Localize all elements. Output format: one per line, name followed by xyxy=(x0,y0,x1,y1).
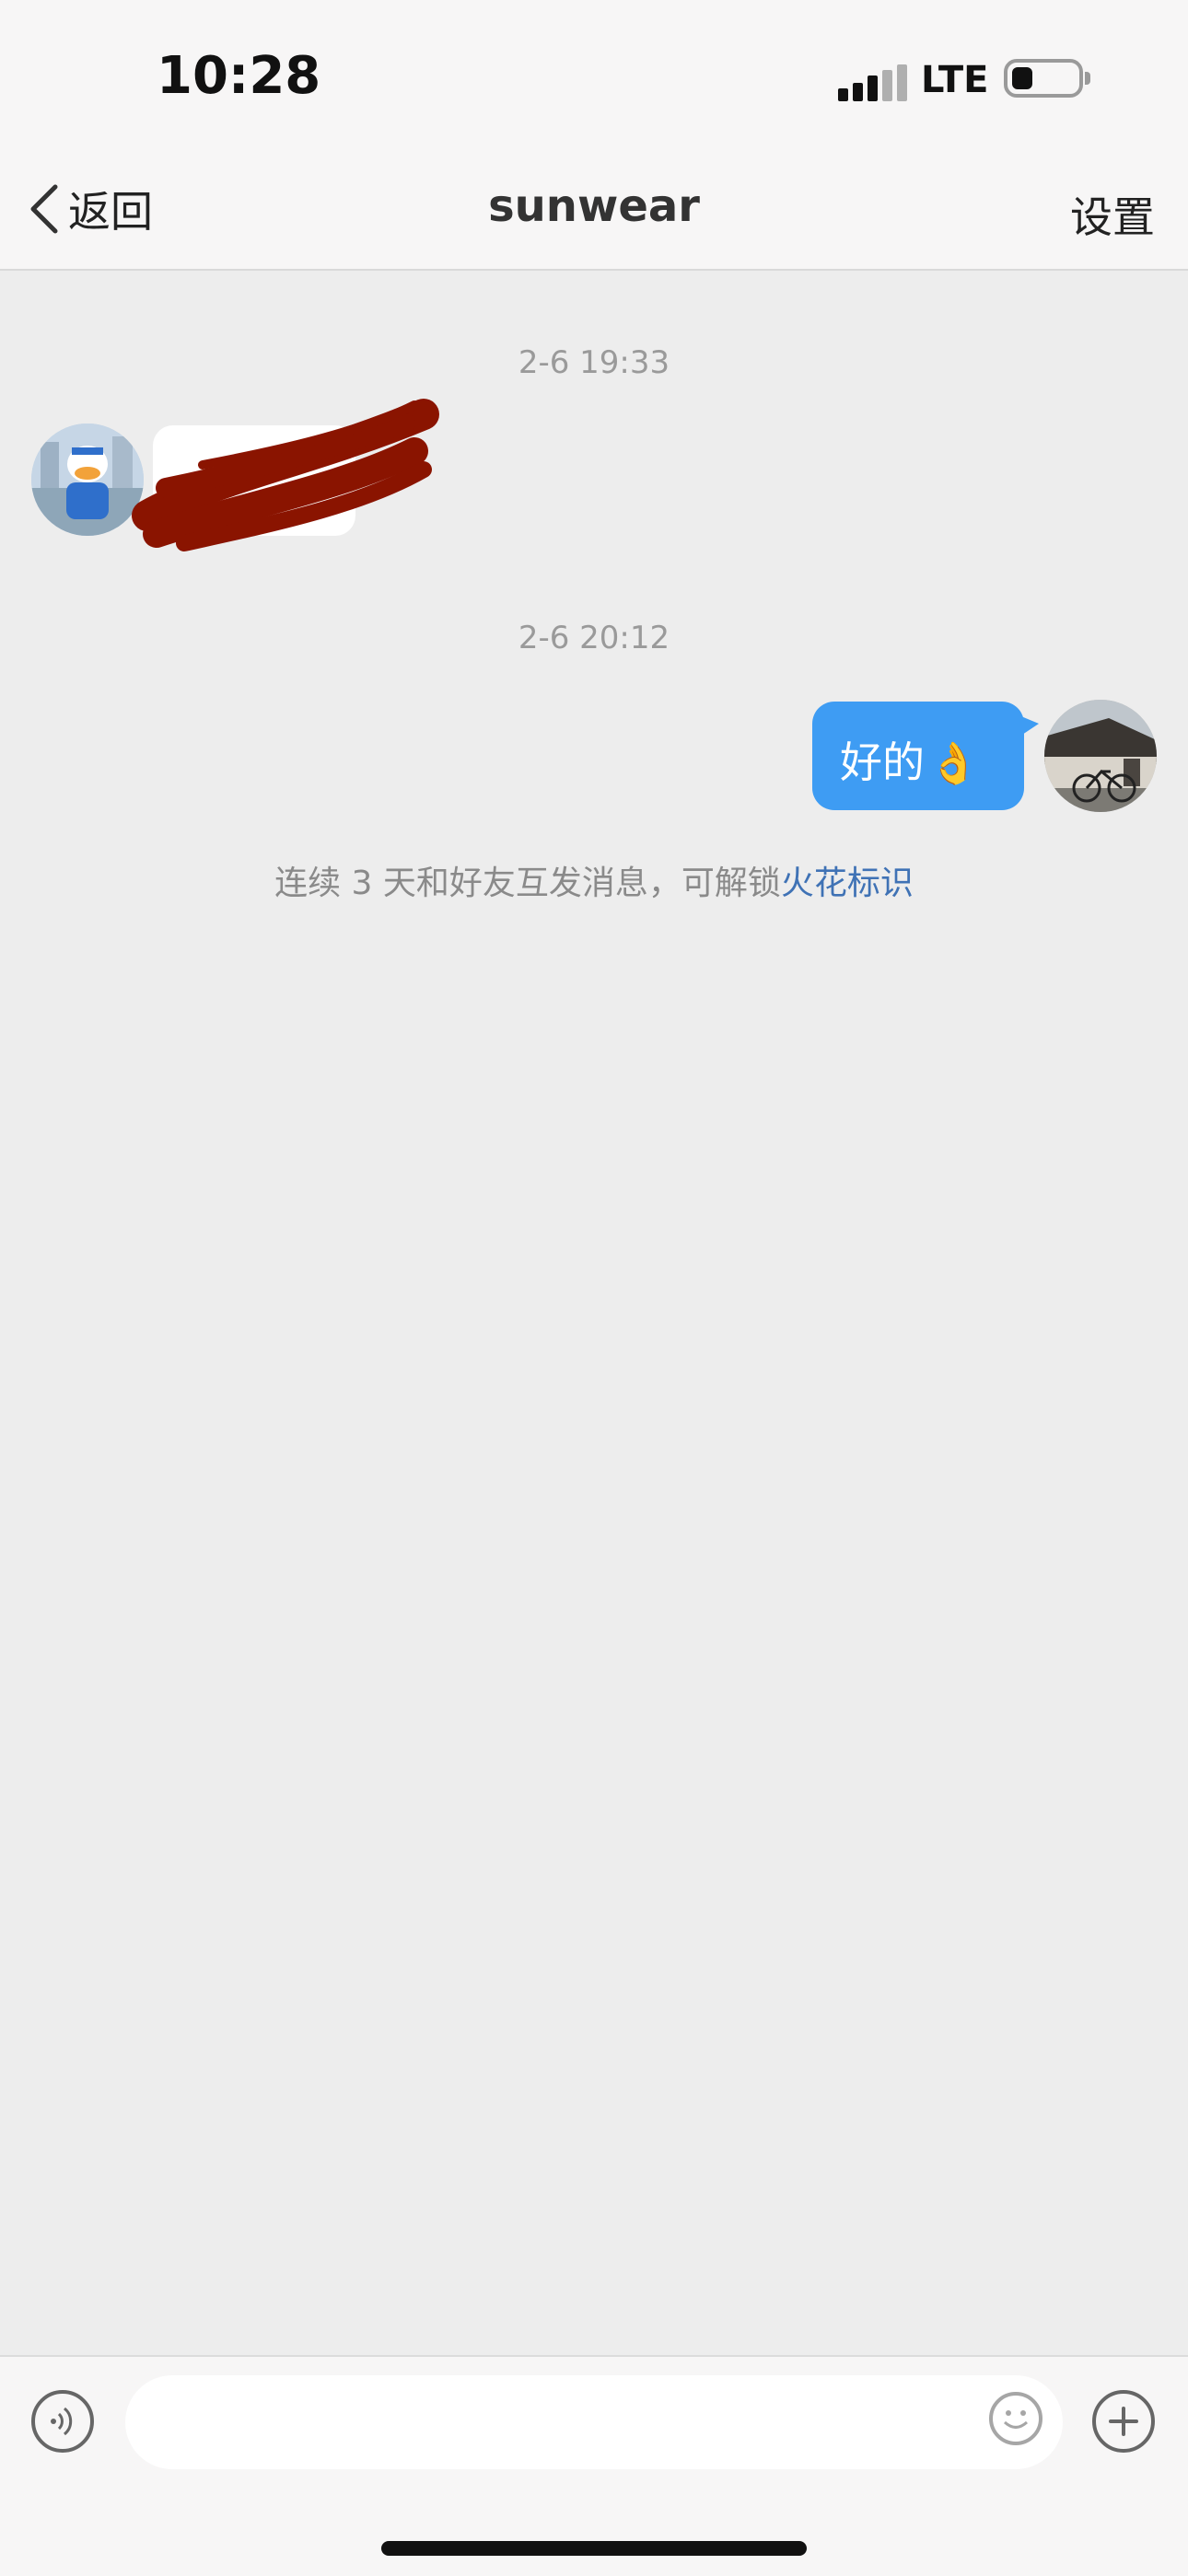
home-indicator[interactable] xyxy=(381,2541,807,2556)
outgoing-message-text: 好的👌 xyxy=(840,737,979,787)
signal-icon xyxy=(838,64,912,101)
streak-hint-text: 连续 3 天和好友互发消息，可解锁 xyxy=(274,864,781,902)
message-input[interactable] xyxy=(125,2375,1063,2469)
my-avatar[interactable] xyxy=(1044,700,1157,812)
more-button[interactable] xyxy=(1092,2390,1155,2453)
outgoing-message-bubble[interactable]: 好的👌 xyxy=(812,702,1039,810)
redaction-scribble xyxy=(132,399,439,551)
top-bar: 10:28 LTE 返回 sunwear 设置 xyxy=(0,0,1188,271)
voice-icon xyxy=(51,2407,73,2436)
voice-button[interactable] xyxy=(31,2390,94,2453)
contact-avatar[interactable] xyxy=(31,424,144,536)
message-timestamp: 2-6 20:12 xyxy=(518,620,670,656)
ok-hand-emoji: 👌 xyxy=(928,740,979,787)
settings-button[interactable]: 设置 xyxy=(1070,184,1155,245)
plus-icon xyxy=(1109,2407,1138,2436)
battery-icon xyxy=(1004,59,1090,98)
streak-hint: 连续 3 天和好友互发消息，可解锁火花标识 xyxy=(0,856,1188,904)
emoji-icon xyxy=(1003,2410,1029,2429)
network-type: LTE xyxy=(921,59,989,101)
status-time: 10:28 xyxy=(157,46,321,106)
spark-badge-link[interactable]: 火花标识 xyxy=(781,864,914,902)
emoji-button[interactable] xyxy=(989,2392,1042,2445)
message-timestamp: 2-6 19:33 xyxy=(518,344,670,381)
chat-title: sunwear xyxy=(488,180,700,232)
